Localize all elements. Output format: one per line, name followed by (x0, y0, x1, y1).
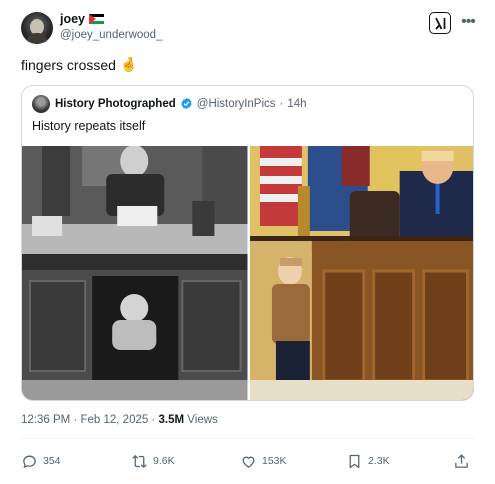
author-handle[interactable]: @joey_underwood_ (60, 29, 162, 41)
quoted-time: 14h (287, 97, 307, 110)
more-button[interactable]: ••• (457, 11, 479, 33)
more-icon: ••• (461, 13, 476, 30)
fingers-crossed-emoji: 🤞 (119, 56, 138, 72)
quoted-tweet-text: History repeats itself (32, 119, 146, 133)
quoted-tweet-card[interactable]: History Photographed @HistoryInPics · 14… (21, 85, 474, 401)
repost-count: 9.6K (153, 455, 175, 467)
palestine-flag-icon (89, 14, 105, 24)
author-name-row[interactable]: joey (60, 12, 105, 26)
reply-button[interactable]: 354 (21, 449, 61, 473)
tweet-meta: 12:36 PM · Feb 12, 2025 · 3.5M Views (21, 414, 218, 426)
tweet-body: fingers crossed (21, 56, 116, 73)
reply-count: 354 (43, 455, 61, 467)
tweet: joey @joey_underwood_ ••• fingers crosse… (0, 0, 495, 484)
photo-left[interactable] (22, 146, 248, 400)
tweet-date[interactable]: Feb 12, 2025 (80, 414, 148, 426)
quoted-tweet-header: History Photographed @HistoryInPics · 14… (55, 97, 307, 110)
views-label: Views (187, 414, 218, 426)
action-bar: 354 9.6K 153K 2.3K (21, 449, 474, 473)
quoted-separator: · (279, 97, 284, 110)
share-icon (455, 453, 468, 468)
author-avatar[interactable] (21, 12, 53, 44)
reply-icon (23, 455, 36, 468)
like-icon (242, 456, 255, 468)
like-button[interactable]: 153K (240, 449, 287, 473)
grok-button[interactable] (429, 12, 451, 34)
meta-separator: · (73, 414, 78, 426)
quoted-author-handle: @HistoryInPics (196, 97, 276, 110)
meta-separator: · (151, 414, 156, 426)
photo-right[interactable] (249, 146, 473, 400)
verified-icon (181, 97, 192, 110)
bookmark-button[interactable]: 2.3K (346, 449, 390, 473)
share-button[interactable] (453, 449, 470, 473)
repost-button[interactable]: 9.6K (131, 449, 175, 473)
quoted-author-avatar (32, 95, 50, 113)
bookmark-count: 2.3K (368, 455, 390, 467)
views-count: 3.5M (158, 414, 185, 426)
quoted-author-name: History Photographed (55, 97, 176, 110)
divider (21, 438, 474, 439)
like-count: 153K (262, 455, 287, 467)
grok-icon (434, 17, 445, 30)
tweet-time[interactable]: 12:36 PM (21, 414, 70, 426)
quoted-photos (22, 146, 473, 400)
bookmark-icon (349, 454, 360, 468)
tweet-text: fingers crossed 🤞 (21, 56, 137, 73)
author-display-name[interactable]: joey (60, 12, 85, 26)
repost-icon (132, 454, 147, 468)
